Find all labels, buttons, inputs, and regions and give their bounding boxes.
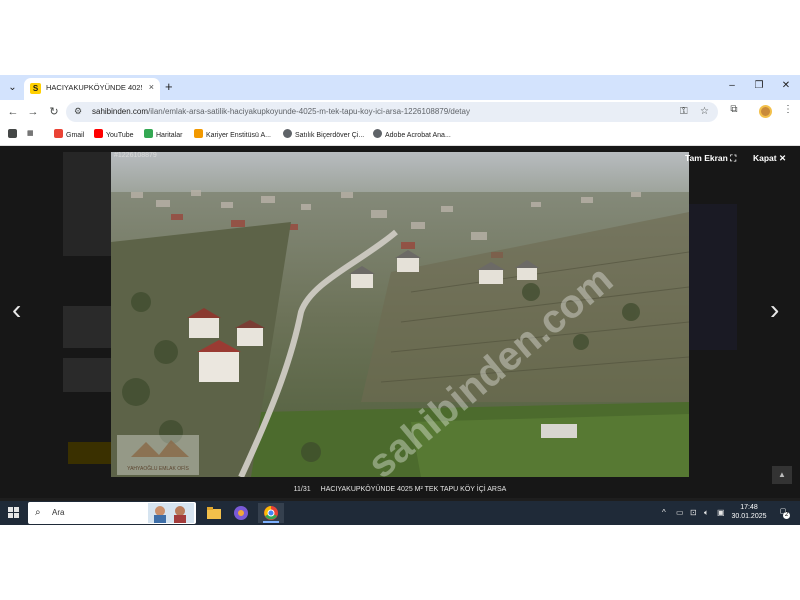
restore-button[interactable]: ❐ xyxy=(749,80,769,91)
password-key-icon[interactable]: ⚿ xyxy=(680,106,688,117)
page-thumbnail xyxy=(63,152,111,256)
next-photo-arrow-icon[interactable]: › xyxy=(770,295,779,325)
apps-grid-icon[interactable]: ▦ xyxy=(27,129,34,137)
page-ad xyxy=(689,204,737,350)
browser-toolbar: ← → ↻ ⚙ sahibinden.com/ilan/emlak-arsa-s… xyxy=(0,100,800,124)
chrome-taskbar-icon[interactable] xyxy=(258,503,284,523)
close-icon: ✕ xyxy=(779,153,787,163)
aerial-photo: sahibinden.com YAHYAOĞLU EMLAK OFİS xyxy=(111,152,689,477)
notification-count: 2 xyxy=(783,512,790,519)
extensions-icon[interactable]: ⧉ xyxy=(726,104,742,115)
page-thumbnail xyxy=(63,306,111,348)
scroll-to-top-icon[interactable]: ▲ xyxy=(772,466,792,484)
chrome-menu-icon[interactable]: ⋮ xyxy=(780,104,796,115)
close-gallery-button[interactable]: Kapat ✕ xyxy=(753,153,786,164)
battery-icon[interactable]: ▭ xyxy=(676,508,684,517)
gmail-icon xyxy=(54,129,63,138)
tab-title: HACIYAKUPKÖYÜNDE 4025 M² TE xyxy=(46,83,142,92)
page-thumbnail xyxy=(63,358,111,392)
volume-icon[interactable]: 🔈︎ xyxy=(704,508,709,518)
sahibinden-favicon-icon: S xyxy=(30,83,41,94)
clock-time: 17:48 xyxy=(740,504,758,511)
page-tab xyxy=(68,442,111,464)
fullscreen-button[interactable]: Tam Ekran ⛶ xyxy=(685,153,736,164)
reading-list-icon[interactable] xyxy=(8,129,20,139)
profile-avatar[interactable] xyxy=(759,105,772,118)
url-path: /ilan/emlak-arsa-satilik-haciyakupkoyund… xyxy=(148,107,470,116)
bookmark-adobe[interactable]: Adobe Acrobat Ana... xyxy=(373,129,451,139)
windows-start-icon[interactable] xyxy=(8,507,20,519)
bookmark-gmail[interactable]: Gmail xyxy=(54,129,84,139)
network-icon[interactable]: ⊡ xyxy=(690,508,697,517)
photo-counter: 11/31 xyxy=(293,486,311,493)
tab-strip: ⌄ S HACIYAKUPKÖYÜNDE 4025 M² TE × + – ❐ … xyxy=(0,75,800,100)
app-icon[interactable] xyxy=(231,503,251,523)
photo-caption: 11/31 HACIYAKUPKÖYÜNDE 4025 M² TEK TAPU K… xyxy=(0,486,800,493)
photo-title: HACIYAKUPKÖYÜNDE 4025 M² TEK TAPU KÖY İÇ… xyxy=(320,486,507,493)
clock-date: 30.01.2025 xyxy=(731,513,767,520)
display-icon[interactable]: ▣ xyxy=(717,508,725,517)
agency-logo-text: YAHYAOĞLU EMLAK OFİS xyxy=(127,465,189,472)
url-host: sahibinden.com xyxy=(92,107,149,116)
fullscreen-icon: ⛶ xyxy=(730,153,737,163)
notifications-icon[interactable]: ▢ 2 xyxy=(776,507,790,519)
url-text[interactable]: sahibinden.com/ilan/emlak-arsa-satilik-h… xyxy=(92,107,470,116)
bookmark-star-icon[interactable]: ☆ xyxy=(700,106,709,117)
back-arrow-icon[interactable]: ← xyxy=(5,104,21,120)
globe-icon xyxy=(283,129,292,138)
windows-taskbar: ⌕ Ara ^ ▭ ⊡ 🔈︎ ▣ 17:48 30.01.2025 ▢ 2 xyxy=(0,501,800,525)
active-tab[interactable]: S HACIYAKUPKÖYÜNDE 4025 M² TE × xyxy=(24,78,160,100)
youtube-icon xyxy=(94,129,103,138)
site-info-icon[interactable]: ⚙ xyxy=(74,106,82,117)
address-bar[interactable]: ⚙ sahibinden.com/ilan/emlak-arsa-satilik… xyxy=(66,102,718,122)
globe-icon xyxy=(373,129,382,138)
bookmarks-bar: ▦ Gmail YouTube Haritalar Kariyer Enstit… xyxy=(0,124,800,146)
photo-id: #1226108879 xyxy=(114,152,157,159)
new-tab-button[interactable]: + xyxy=(165,79,173,95)
maps-icon xyxy=(144,129,153,138)
taskbar-clock[interactable]: 17:48 30.01.2025 xyxy=(728,503,770,521)
forward-arrow-icon[interactable]: → xyxy=(25,104,41,120)
kariyer-icon xyxy=(194,129,203,138)
minimize-button[interactable]: – xyxy=(722,80,742,91)
tab-search-chevron-icon[interactable]: ⌄ xyxy=(4,79,21,96)
bookmark-kariyer[interactable]: Kariyer Enstitüsü A... xyxy=(194,129,271,139)
tray-overflow-chevron-icon[interactable]: ^ xyxy=(662,508,666,517)
search-highlight-image xyxy=(148,503,194,523)
file-explorer-icon[interactable] xyxy=(204,503,224,523)
gallery-photo[interactable]: sahibinden.com YAHYAOĞLU EMLAK OFİS xyxy=(111,152,689,477)
reload-icon[interactable]: ↻ xyxy=(46,104,62,120)
previous-photo-arrow-icon[interactable]: ‹ xyxy=(12,295,21,325)
bookmark-bicerdover[interactable]: Satılık Biçerdöver Çi... xyxy=(283,129,364,139)
bookmark-youtube[interactable]: YouTube xyxy=(94,129,134,139)
close-window-button[interactable]: ✕ xyxy=(776,80,796,91)
search-placeholder: Ara xyxy=(52,508,65,517)
search-icon: ⌕ xyxy=(35,507,41,518)
bookmark-maps[interactable]: Haritalar xyxy=(144,129,182,139)
tab-close-icon[interactable]: × xyxy=(149,82,154,92)
taskbar-search[interactable]: ⌕ Ara xyxy=(28,502,196,524)
